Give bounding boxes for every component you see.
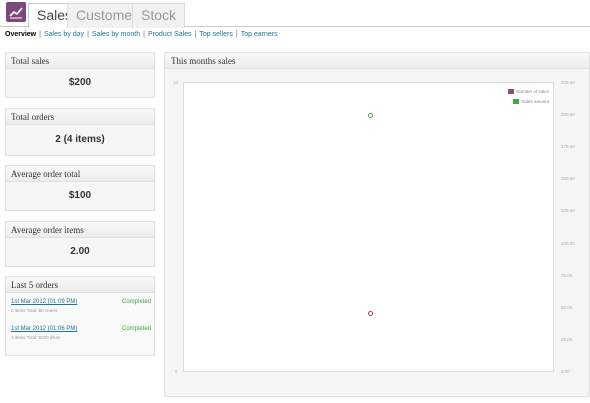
total-orders-title: Total orders	[6, 109, 154, 125]
average-order-items-title: Average order items	[6, 222, 154, 238]
tab-stock[interactable]: Stock	[132, 3, 186, 28]
reports-chart-icon	[6, 2, 26, 22]
right-axis-tick: 125.00	[561, 208, 575, 214]
total-orders-box: Total orders 2 (4 items)	[5, 108, 155, 156]
last-orders-title: Last 5 orders	[6, 277, 154, 293]
monthly-sales-panel: This months sales 10 0 Number of sales S…	[164, 52, 590, 397]
chart-title: This months sales	[165, 53, 589, 69]
order-status: Completed	[121, 299, 151, 305]
report-subnav: Overview | Sales by day | Sales by month | Pro…	[5, 30, 278, 40]
subnav-top-sellers[interactable]: Top sellers	[199, 31, 232, 38]
order-status: Completed	[121, 326, 151, 332]
legend-label: Sales amount	[521, 99, 549, 104]
left-axis-max: 10	[173, 80, 179, 85]
subnav-separator: |	[39, 31, 41, 38]
total-sales-value: $200	[68, 77, 92, 88]
subnav-separator: |	[87, 31, 89, 38]
subnav-product-sales[interactable]: Product Sales	[148, 31, 192, 38]
right-axis-tick: 75.00	[561, 272, 573, 278]
chart-plot-area: Number of sales Sales amount	[183, 82, 554, 372]
average-order-items-box: Average order items 2.00	[5, 221, 155, 267]
average-order-items-value: 2.00	[70, 246, 90, 257]
subnav-separator: |	[143, 31, 145, 38]
subnav-separator: |	[235, 31, 238, 38]
total-sales-title: Total sales	[6, 53, 154, 69]
legend-swatch	[508, 89, 515, 95]
average-order-total-box: Average order total $100	[5, 165, 155, 211]
right-axis-tick: 150.00	[561, 176, 575, 182]
average-order-total-title: Average order total	[6, 166, 154, 182]
subnav-separator: |	[194, 31, 197, 38]
legend-swatch	[513, 99, 520, 105]
average-order-total-value: $100	[68, 190, 92, 201]
top-nav: Sales Customers Stock	[0, 0, 590, 28]
total-sales-box: Total sales $200	[5, 52, 155, 98]
right-axis-tick: 200.00	[561, 112, 575, 118]
legend-sales-amount: Sales amount	[513, 99, 549, 105]
order-row: 1st Mar 2012 (01:06 PM) 4 items Total: $…	[11, 326, 151, 340]
total-orders-value: 2 (4 items)	[55, 134, 105, 145]
order-meta: 0 items Total: $0 Guest	[11, 308, 57, 313]
last-orders-box: Last 5 orders 1st Mar 2012 (01:09 PM) 0 …	[5, 276, 155, 356]
right-axis-tick: 0.00	[561, 369, 570, 374]
right-axis-tick: 50.00	[561, 304, 573, 310]
right-axis-tick: 225.00	[561, 80, 575, 85]
order-row: 1st Mar 2012 (01:09 PM) 0 items Total: $…	[11, 299, 151, 313]
number-of-sales-point[interactable]	[367, 310, 373, 316]
legend-label: Number of sales	[516, 89, 549, 94]
right-axis-tick: 100.00	[561, 240, 575, 246]
subnav-sales-by-day[interactable]: Sales by day	[44, 31, 84, 38]
subnav-top-earners[interactable]: Top earners	[241, 31, 278, 38]
right-axis-tick: 25.00	[561, 336, 573, 342]
left-axis-min: 0	[175, 369, 178, 374]
sales-amount-point[interactable]	[367, 112, 373, 118]
right-axis-tick: 175.00	[561, 144, 575, 150]
subnav-overview[interactable]: Overview	[5, 31, 36, 38]
legend-number-of-sales: Number of sales	[508, 89, 549, 95]
subnav-sales-by-month[interactable]: Sales by month	[92, 31, 140, 38]
order-meta: 4 items Total: $200 jklum	[11, 335, 61, 340]
